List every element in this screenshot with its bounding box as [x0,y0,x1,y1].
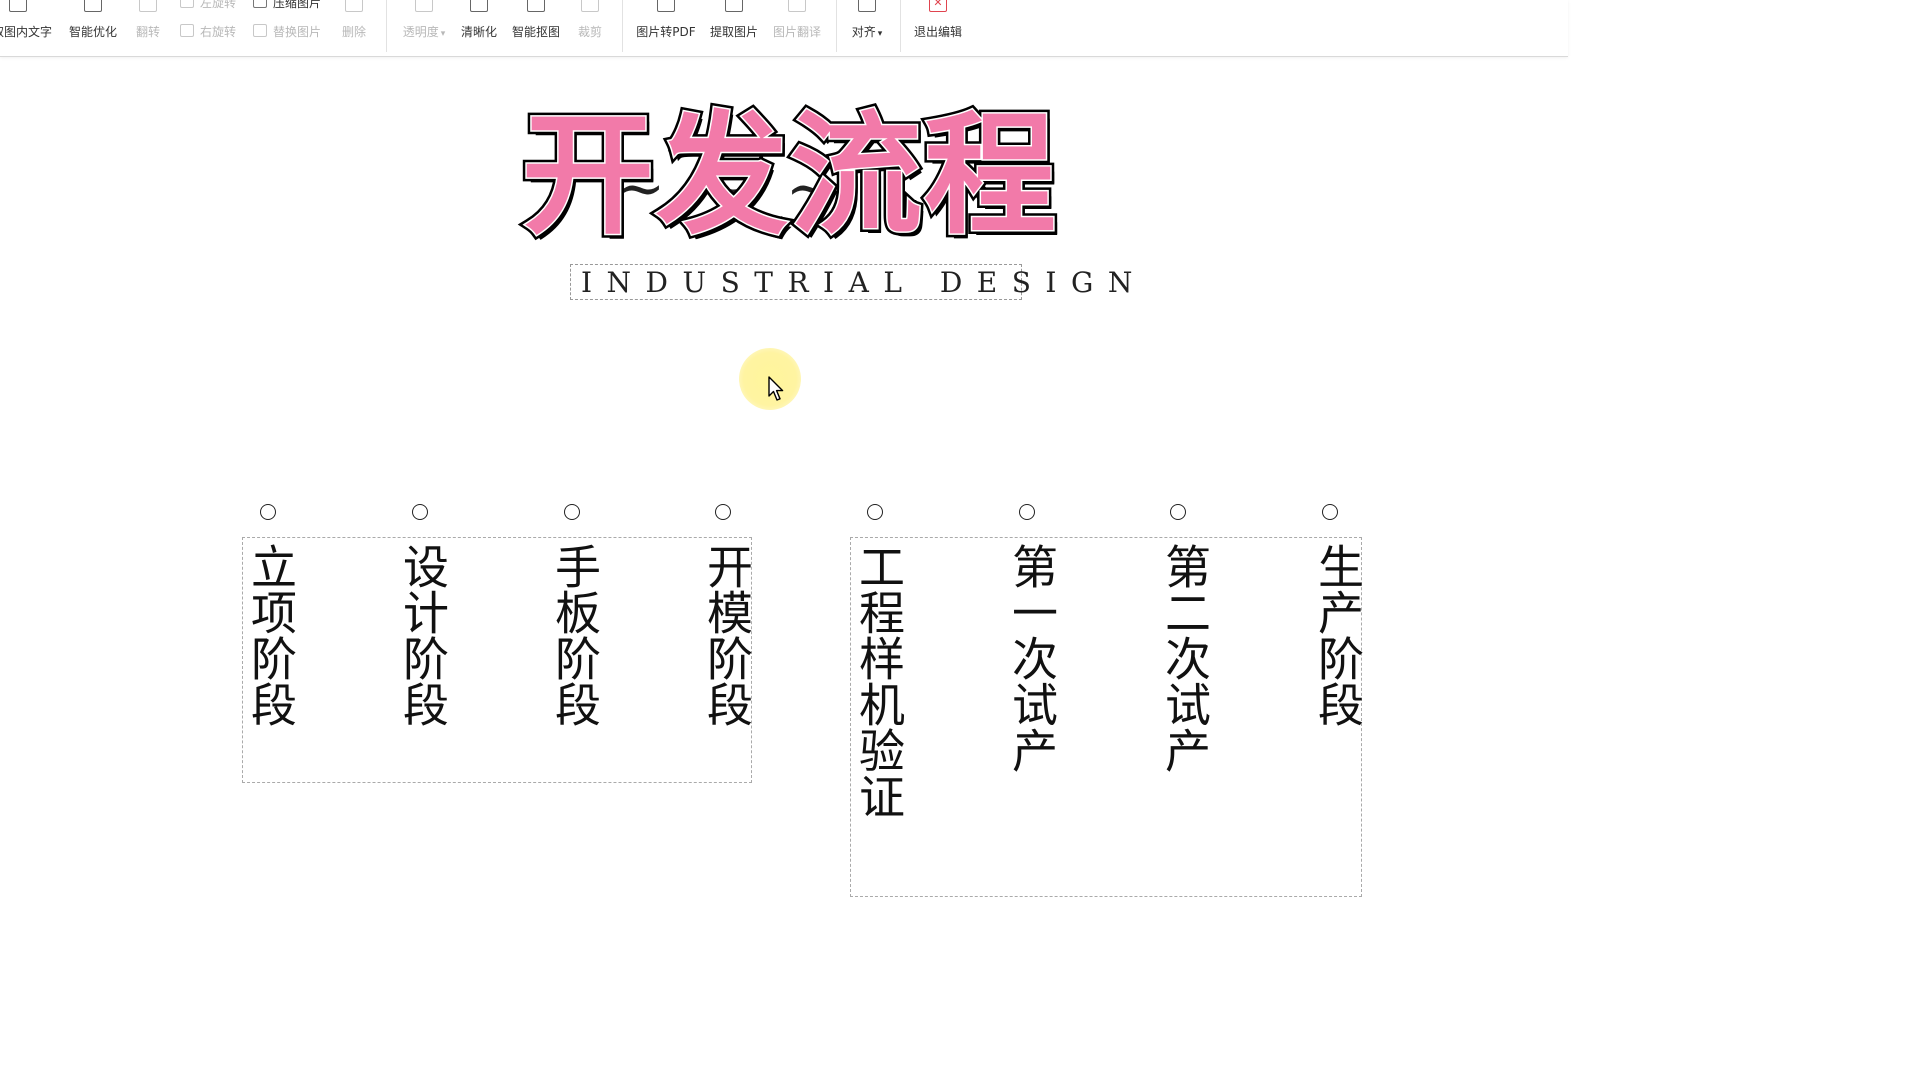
image-text-icon [9,0,27,12]
stage-group-2-textbox[interactable] [850,537,1362,897]
image-pdf-icon [657,0,675,12]
stage-dot [412,504,428,520]
image-to-pdf-button[interactable]: 图片转PDF [632,0,700,56]
rotate-right-button[interactable]: 右旋转 [180,23,236,41]
cutout-icon [527,0,545,12]
translate-icon [788,0,806,12]
stage-dot [260,504,276,520]
magic-pen-icon [84,0,102,12]
page-title: 开发流程 [521,98,1058,255]
stage-dot [1322,504,1338,520]
stage-label-engineering-sample: 工程样机验证 [852,543,906,819]
exit-edit-button[interactable]: 退出编辑 [910,0,966,56]
extract-image-button[interactable]: 提取图片 [706,0,762,56]
stage-label-design: 设计阶段 [396,543,450,727]
stage-dot [867,504,883,520]
chevron-down-icon: ▾ [877,29,883,39]
crop-icon [581,0,599,12]
flip-icon [139,0,157,12]
extract-image-icon [725,0,743,12]
compress-icon [253,0,267,8]
transparency-icon [415,0,433,12]
transparency-dropdown[interactable]: 透明度 ▾ [396,0,452,56]
image-edit-toolbar: 提取图内文字 智能优化 翻转 左旋转 右旋转 压缩图片 替换图片 删除 透明度▾… [0,0,1568,57]
compress-image-button[interactable]: 压缩图片 [253,0,321,12]
rotate-left-button[interactable]: 左旋转 [180,0,236,12]
stage-dot [715,504,731,520]
image-translate-button[interactable]: 图片翻译 [768,0,826,56]
rotate-left-icon [180,0,194,8]
sharpen-button[interactable]: 清晰化 [456,0,502,56]
mouse-pointer-icon [768,376,784,401]
extract-text-button[interactable]: 提取图内文字 [0,0,58,56]
align-dropdown[interactable]: 对齐 ▾ [846,0,888,56]
stage-label-prototype: 手板阶段 [548,543,602,727]
close-icon [929,0,947,12]
rotate-right-icon [180,24,194,37]
toolbar-divider [900,0,901,52]
trash-icon [345,0,363,12]
stage-dot [564,504,580,520]
smart-optimize-button[interactable]: 智能优化 [64,0,122,56]
delete-button[interactable]: 删除 [336,0,372,56]
stage-label-initiation: 立项阶段 [244,543,298,727]
stage-label-second-trial: 第二次试产 [1158,543,1212,773]
toolbar-divider [622,0,623,52]
align-label: 对齐 [851,25,876,39]
replace-image-icon [253,24,267,37]
stage-dot [1019,504,1035,520]
replace-image-button[interactable]: 替换图片 [253,23,321,41]
stage-label-production: 生产阶段 [1311,543,1365,727]
transparency-label: 透明度 [402,25,439,39]
title-graphic[interactable]: ~ ~ ~ 开发流程 开发流程 [505,95,1075,257]
crop-button[interactable]: 裁剪 [572,0,608,56]
stage-label-tooling: 开模阶段 [700,543,754,727]
align-icon [858,0,876,12]
toolbar-divider [386,0,387,52]
stage-label-first-trial: 第一次试产 [1005,543,1059,773]
stage-group-1-textbox[interactable] [242,537,752,783]
stage-dot [1170,504,1186,520]
flip-button[interactable]: 翻转 [130,0,166,56]
sharpen-icon [470,0,488,12]
toolbar-divider [836,0,837,52]
chevron-down-icon: ▾ [440,29,446,39]
subtitle-textbox[interactable]: INDUSTRIAL DESIGN [570,264,1132,300]
smart-cutout-button[interactable]: 智能抠图 [508,0,564,56]
